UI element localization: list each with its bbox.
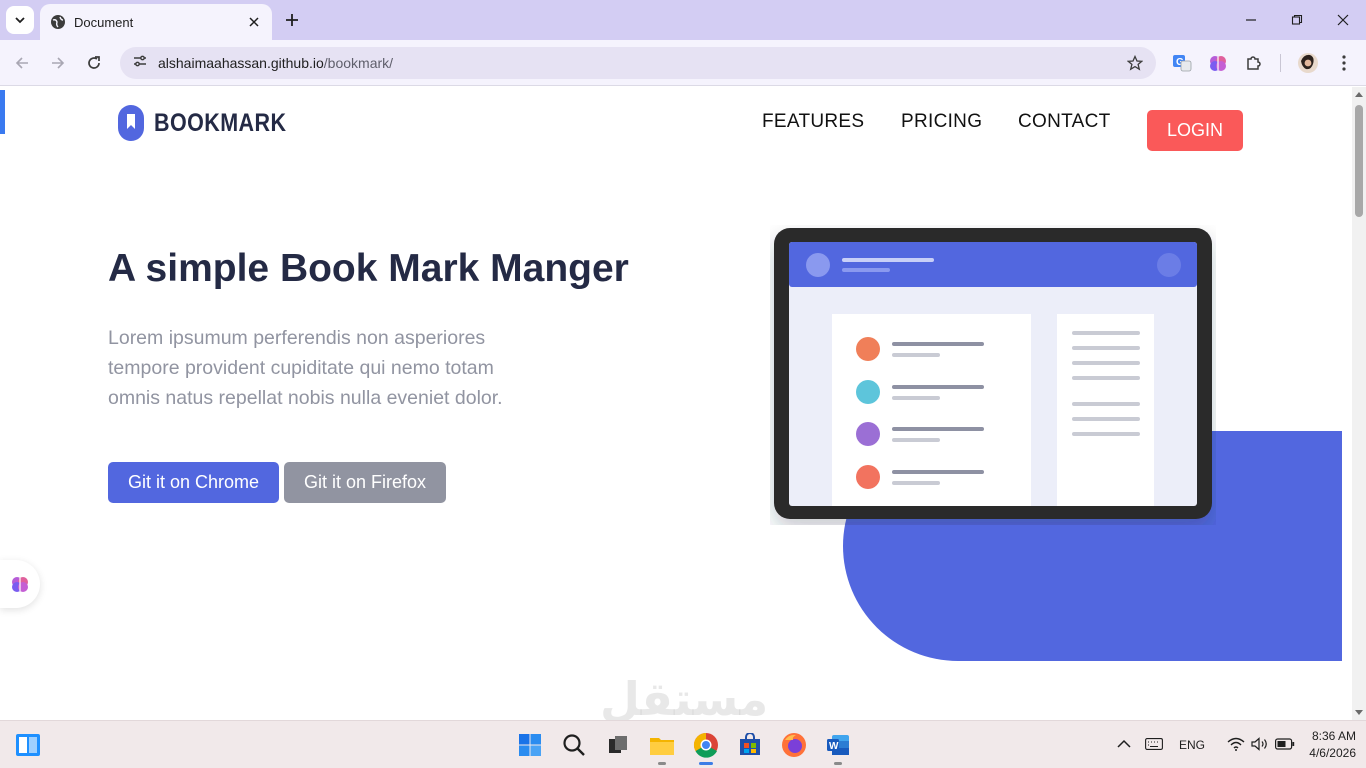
- browser-toolbar: alshaimaahassan.github.io/bookmark/ G: [0, 40, 1366, 86]
- site-info-icon[interactable]: [132, 53, 148, 74]
- system-tray: ENG: [1117, 721, 1295, 768]
- restore-button[interactable]: [1274, 0, 1320, 40]
- bookmark-logo-icon: [118, 105, 144, 141]
- arrow-right-icon: [52, 57, 65, 69]
- tab-title: Document: [74, 14, 134, 30]
- sidebar-edge-indicator: [0, 90, 5, 134]
- running-indicator: [834, 762, 842, 765]
- close-tab-icon[interactable]: [246, 14, 262, 30]
- widgets-icon: [16, 734, 40, 756]
- minimize-icon: [1246, 19, 1256, 21]
- restore-icon: [1291, 14, 1303, 25]
- clock-time: 8:36 AM: [1311, 729, 1356, 743]
- nav-link-pricing[interactable]: PRICING: [901, 111, 982, 133]
- chrome-icon: [693, 732, 718, 758]
- search-button[interactable]: [558, 729, 590, 761]
- page-scrollbar[interactable]: [1352, 87, 1366, 720]
- kebab-menu-icon: [1342, 55, 1346, 71]
- minimize-button[interactable]: [1228, 0, 1274, 40]
- firefox-icon: [782, 733, 806, 757]
- volume-icon[interactable]: [1251, 736, 1269, 754]
- puzzle-icon: [1247, 56, 1261, 70]
- chevron-down-icon: [15, 17, 25, 24]
- widgets-button[interactable]: [12, 729, 44, 761]
- translate-extension-button[interactable]: G: [1170, 51, 1194, 75]
- language-indicator[interactable]: ENG: [1179, 738, 1205, 752]
- brain-icon: [1210, 56, 1226, 71]
- file-explorer-icon: [650, 738, 674, 755]
- browser-tab[interactable]: Document: [40, 4, 272, 40]
- running-indicator: [658, 762, 666, 765]
- nav-link-contact[interactable]: CONTACT: [1018, 111, 1111, 133]
- globe-icon: [50, 14, 66, 30]
- system-clock[interactable]: 8:36 AM 4/6/2026: [1296, 728, 1356, 762]
- wifi-icon[interactable]: [1227, 737, 1245, 754]
- address-bar[interactable]: alshaimaahassan.github.io/bookmark/: [120, 47, 1156, 79]
- search-icon: [563, 734, 585, 756]
- tablet-illustration: [774, 228, 1212, 519]
- show-hidden-icons-button[interactable]: [1117, 738, 1131, 752]
- scroll-down-icon[interactable]: [1355, 708, 1363, 716]
- get-chrome-button[interactable]: Git it on Chrome: [108, 462, 279, 503]
- active-indicator: [699, 762, 713, 765]
- store-icon: [740, 733, 760, 755]
- keyboard-icon[interactable]: [1145, 737, 1163, 753]
- scroll-up-icon[interactable]: [1355, 91, 1363, 99]
- task-view-icon: [609, 736, 627, 753]
- new-tab-button[interactable]: [280, 8, 304, 32]
- scrollbar-thumb[interactable]: [1355, 105, 1363, 217]
- word-button[interactable]: W: [822, 729, 854, 765]
- close-icon: [1337, 14, 1349, 26]
- star-icon: [1127, 55, 1143, 71]
- start-button[interactable]: [514, 729, 546, 761]
- svg-text:W: W: [829, 741, 839, 752]
- get-firefox-button[interactable]: Git it on Firefox: [284, 462, 446, 503]
- clock-date: 4/6/2026: [1309, 746, 1356, 760]
- hero-description: Lorem ipsumum perferendis non asperiores…: [108, 327, 503, 409]
- back-button[interactable]: [8, 49, 36, 77]
- reload-button[interactable]: [80, 49, 108, 77]
- tab-search-button[interactable]: [6, 6, 34, 34]
- translate-icon: G: [1173, 55, 1192, 72]
- site-logo[interactable]: BOOKMARK: [118, 105, 308, 141]
- battery-icon[interactable]: [1275, 737, 1295, 753]
- bookmark-star-button[interactable]: [1120, 48, 1150, 78]
- task-view-button[interactable]: [602, 729, 634, 761]
- hero-title: A simple Book Mark Manger: [108, 247, 629, 290]
- url-host: alshaimaahassan.github.io: [158, 55, 324, 71]
- reload-icon: [88, 56, 100, 69]
- file-explorer-button[interactable]: [646, 729, 678, 765]
- start-icon: [519, 734, 541, 756]
- avatar: [1298, 53, 1318, 73]
- nav-link-features[interactable]: FEATURES: [762, 111, 864, 133]
- toolbar-divider: [1280, 54, 1281, 72]
- plus-icon: [286, 14, 298, 26]
- url-text: alshaimaahassan.github.io/bookmark/: [158, 55, 1120, 71]
- url-path: /bookmark/: [323, 55, 394, 71]
- store-button[interactable]: [734, 729, 766, 761]
- brain-icon: [12, 577, 28, 592]
- arrow-left-icon: [15, 57, 28, 69]
- logo-text: BOOKMARK: [154, 108, 287, 137]
- tab-strip: Document: [0, 0, 1366, 40]
- windows-taskbar: W ENG 8:36 AM 4/6/2026: [0, 720, 1366, 768]
- brain-extension-button[interactable]: [1206, 51, 1230, 75]
- chrome-taskbar-button[interactable]: [690, 729, 722, 765]
- login-button[interactable]: LOGIN: [1147, 110, 1243, 151]
- page-viewport: BOOKMARK FEATURES PRICING CONTACT LOGIN …: [0, 87, 1352, 720]
- forward-button[interactable]: [44, 49, 72, 77]
- chevron-up-icon: [1117, 739, 1131, 748]
- word-icon: W: [827, 735, 849, 755]
- extensions-button[interactable]: [1242, 51, 1266, 75]
- browser-menu-button[interactable]: [1332, 51, 1356, 75]
- close-window-button[interactable]: [1320, 0, 1366, 40]
- profile-avatar-button[interactable]: [1296, 51, 1320, 75]
- watermark-logo: مستقل: [600, 672, 769, 720]
- firefox-button[interactable]: [778, 729, 810, 761]
